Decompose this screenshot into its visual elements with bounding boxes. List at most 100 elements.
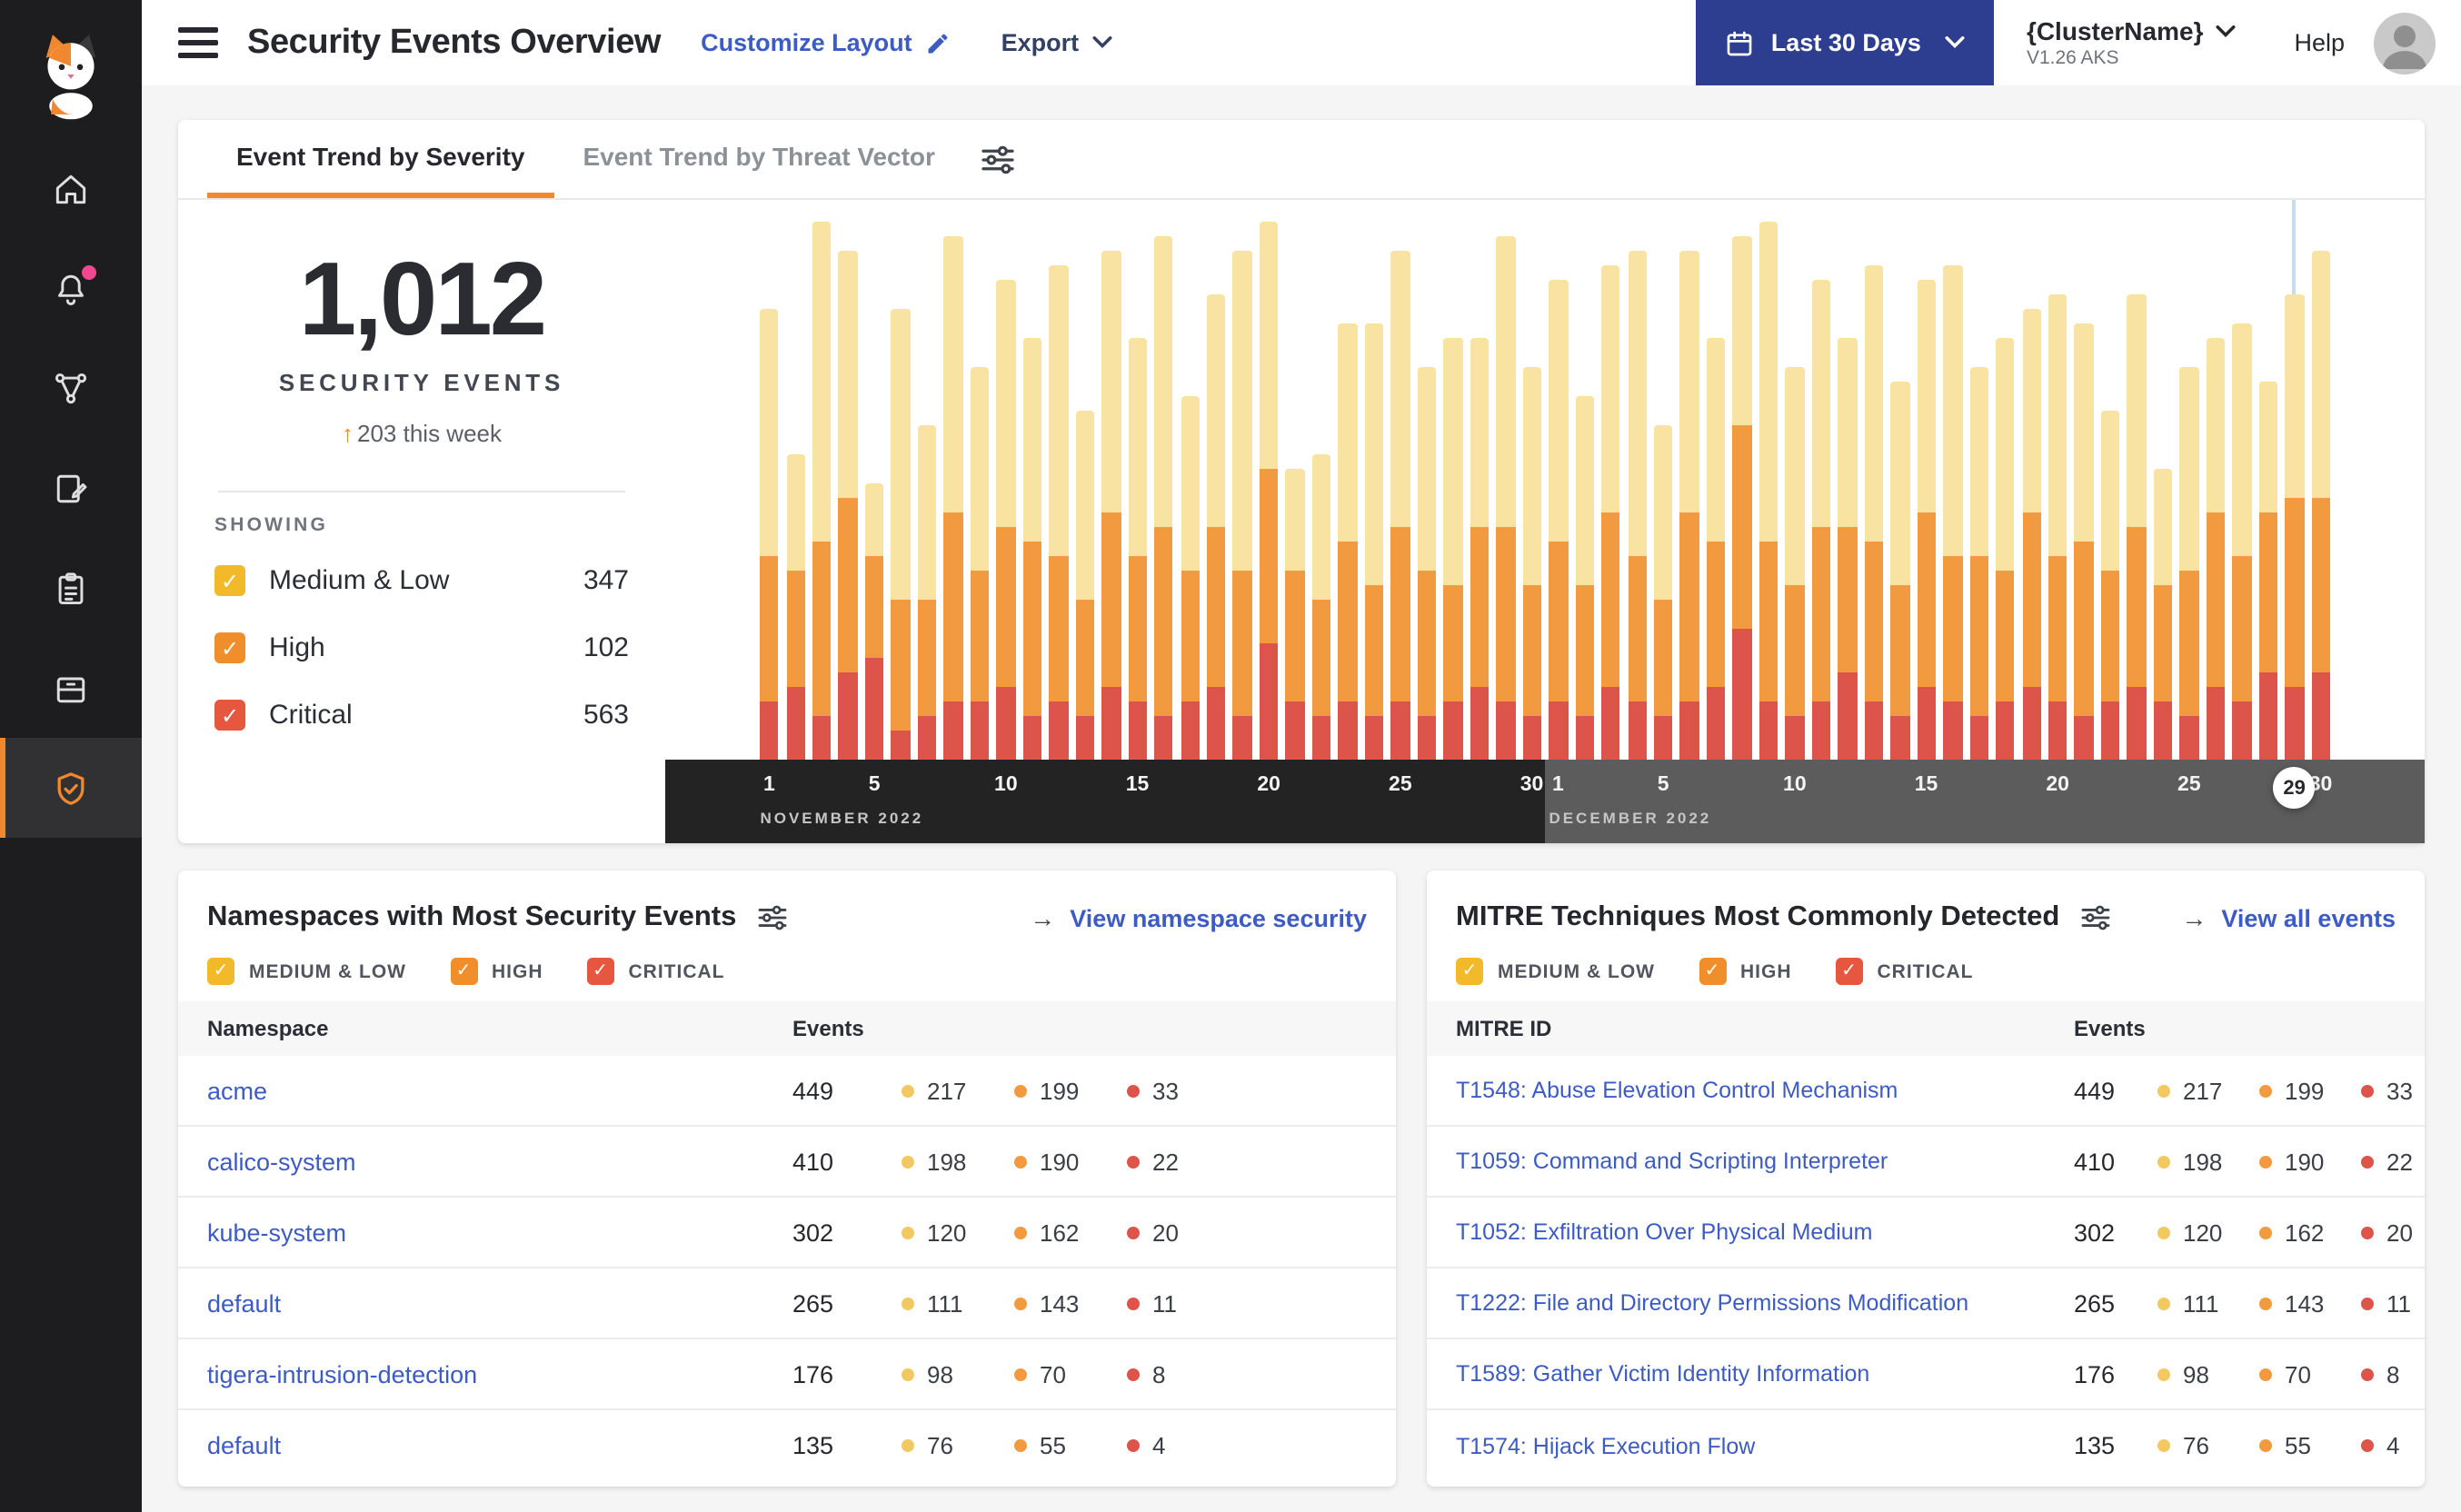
chart-bar[interactable] xyxy=(1939,222,1966,760)
row-link-t1052-exfiltration-over-physical-medium[interactable]: T1052: Exfiltration Over Physical Medium xyxy=(1456,1219,2074,1245)
chart-bar[interactable] xyxy=(2255,222,2281,760)
row-link-t1574-hijack-execution-flow[interactable]: T1574: Hijack Execution Flow xyxy=(1456,1433,2074,1458)
chart-bar[interactable] xyxy=(862,222,888,760)
view-namespace-security-link[interactable]: → View namespace security xyxy=(1030,903,1367,932)
chart-bar[interactable] xyxy=(2124,222,2150,760)
customize-layout-link[interactable]: Customize Layout xyxy=(701,29,951,56)
selected-day-marker[interactable]: 29 xyxy=(2273,767,2316,809)
chart-bar[interactable] xyxy=(1071,222,1098,760)
chart-bar[interactable] xyxy=(992,222,1019,760)
date-range-button[interactable]: Last 30 Days xyxy=(1696,0,1994,85)
chart-bar[interactable] xyxy=(1151,222,1177,760)
chart-bar[interactable] xyxy=(782,222,809,760)
chart-bar[interactable] xyxy=(2097,222,2124,760)
cluster-selector[interactable]: {ClusterName} V1.26 AKS xyxy=(1994,16,2266,69)
chart-bar[interactable] xyxy=(2150,222,2177,760)
chart-bar[interactable] xyxy=(2045,222,2071,760)
filter-settings-icon[interactable] xyxy=(758,905,787,930)
sidebar-item-reports[interactable] xyxy=(0,538,142,638)
chart-bar[interactable] xyxy=(1466,222,1492,760)
sidebar-item-security-events[interactable] xyxy=(0,738,142,838)
tab-event-trend-by-severity[interactable]: Event Trend by Severity xyxy=(207,120,554,198)
chart-bar[interactable] xyxy=(809,222,835,760)
row-link-t1059-command-and-scripting-interpreter[interactable]: T1059: Command and Scripting Interpreter xyxy=(1456,1149,2074,1174)
chart-bar[interactable] xyxy=(1703,222,1729,760)
chart-bar[interactable] xyxy=(1045,222,1071,760)
filter-checkbox-critical[interactable]: ✓ xyxy=(1835,958,1863,985)
chart-bar[interactable] xyxy=(2203,222,2229,760)
filter-checkbox-medium-low[interactable]: ✓ xyxy=(207,958,234,985)
view-all-events-link[interactable]: → View all events xyxy=(2181,903,2396,932)
chart-bar[interactable] xyxy=(2281,200,2307,760)
row-link-t1222-file-and-directory-permissions-modification[interactable]: T1222: File and Directory Permissions Mo… xyxy=(1456,1290,2074,1316)
chart-bar[interactable] xyxy=(1756,222,1782,760)
row-link-tigera-intrusion-detection[interactable]: tigera-intrusion-detection xyxy=(207,1360,792,1388)
chart-bar[interactable] xyxy=(1913,222,1939,760)
chart-bar[interactable] xyxy=(1966,222,1992,760)
chart-bar[interactable] xyxy=(1440,222,1466,760)
chart-bar[interactable] xyxy=(1335,222,1361,760)
chart-bar[interactable] xyxy=(888,222,914,760)
checkbox-medium-low[interactable]: ✓ xyxy=(214,565,245,596)
filter-settings-icon[interactable] xyxy=(2081,905,2110,930)
chart-bar[interactable] xyxy=(1256,222,1282,760)
calico-logo[interactable] xyxy=(0,0,142,138)
help-link[interactable]: Help xyxy=(2294,29,2345,56)
export-button[interactable]: Export xyxy=(1001,29,1112,56)
chart-bar[interactable] xyxy=(1388,222,1414,760)
chart-bar[interactable] xyxy=(2071,222,2097,760)
sidebar-item-home[interactable] xyxy=(0,138,142,238)
sidebar-item-policies[interactable] xyxy=(0,438,142,538)
filter-checkbox-medium-low[interactable]: ✓ xyxy=(1456,958,1483,985)
chart-bar[interactable] xyxy=(1177,222,1203,760)
sidebar-item-service-graph[interactable] xyxy=(0,338,142,438)
chart-bar[interactable] xyxy=(1361,222,1388,760)
chart-bar[interactable] xyxy=(1677,222,1703,760)
chart-bar[interactable] xyxy=(1860,222,1887,760)
chart-bar[interactable] xyxy=(1519,222,1545,760)
chart-bar[interactable] xyxy=(914,222,941,760)
filter-checkbox-critical[interactable]: ✓ xyxy=(586,958,614,985)
row-link-kube-system[interactable]: kube-system xyxy=(207,1219,792,1246)
chart-settings-icon[interactable] xyxy=(982,120,1015,198)
chart-bar[interactable] xyxy=(967,222,993,760)
row-link-acme[interactable]: acme xyxy=(207,1077,792,1104)
chart-bar[interactable] xyxy=(1729,222,1756,760)
chart-bar[interactable] xyxy=(756,222,782,760)
chart-bar[interactable] xyxy=(1413,222,1440,760)
chart-bar[interactable] xyxy=(941,222,967,760)
chart-bar[interactable] xyxy=(1598,222,1624,760)
chart-bar[interactable] xyxy=(1834,222,1860,760)
row-link-t1589-gather-victim-identity-information[interactable]: T1589: Gather Victim Identity Informatio… xyxy=(1456,1361,2074,1387)
chart-bar[interactable] xyxy=(1887,222,1913,760)
chart-bar[interactable] xyxy=(1545,222,1571,760)
chart-bar[interactable] xyxy=(2018,222,2045,760)
chart-bar[interactable] xyxy=(1203,222,1230,760)
user-avatar[interactable] xyxy=(2374,12,2436,74)
chart-bar[interactable] xyxy=(1992,222,2018,760)
chart-bar[interactable] xyxy=(1124,222,1151,760)
chart-bar[interactable] xyxy=(1782,222,1808,760)
row-link-t1548-abuse-elevation-control-mechanism[interactable]: T1548: Abuse Elevation Control Mechanism xyxy=(1456,1078,2074,1103)
row-link-default[interactable]: default xyxy=(207,1432,792,1459)
row-link-default[interactable]: default xyxy=(207,1289,792,1317)
chart-bar[interactable] xyxy=(1808,222,1835,760)
checkbox-high[interactable]: ✓ xyxy=(214,632,245,663)
chart-bar[interactable] xyxy=(2229,222,2256,760)
checkbox-critical[interactable]: ✓ xyxy=(214,700,245,731)
chart-bar[interactable] xyxy=(1309,222,1335,760)
tab-event-trend-by-threat-vector[interactable]: Event Trend by Threat Vector xyxy=(553,120,963,198)
sidebar-item-notifications[interactable] xyxy=(0,238,142,338)
filter-checkbox-high[interactable]: ✓ xyxy=(450,958,477,985)
chart-bar[interactable] xyxy=(2307,222,2334,760)
chart-bar[interactable] xyxy=(1492,222,1519,760)
menu-icon[interactable] xyxy=(178,27,218,58)
chart-bar[interactable] xyxy=(1282,222,1309,760)
chart-bar[interactable] xyxy=(1098,222,1124,760)
chart-bar[interactable] xyxy=(1019,222,1045,760)
chart-bar[interactable] xyxy=(1571,222,1598,760)
sidebar-item-catalog[interactable] xyxy=(0,638,142,738)
filter-checkbox-high[interactable]: ✓ xyxy=(1699,958,1726,985)
row-link-calico-system[interactable]: calico-system xyxy=(207,1148,792,1175)
chart-bar[interactable] xyxy=(835,222,862,760)
